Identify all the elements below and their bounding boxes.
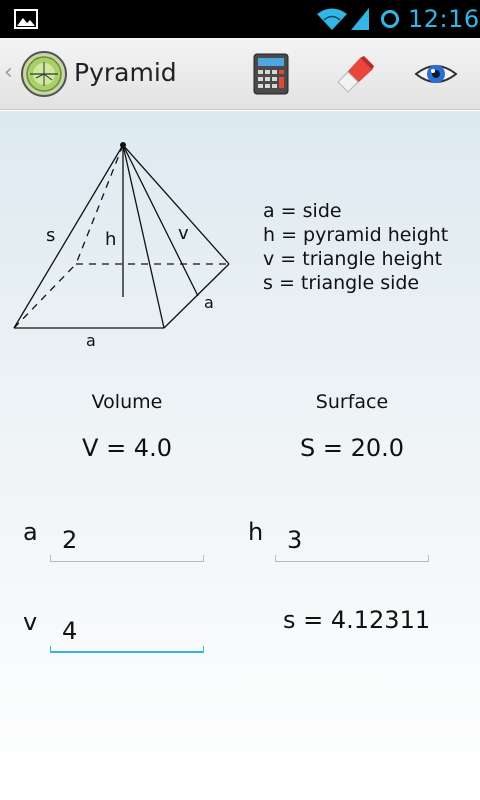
legend-item: v = triangle height (263, 248, 443, 270)
sync-ring-icon (381, 10, 399, 28)
input-h[interactable] (275, 522, 429, 558)
input-a-underline (50, 555, 204, 562)
surface-value: S = 20.0 (299, 434, 405, 462)
page-title: Pyramid (74, 58, 177, 87)
input-h-underline (275, 555, 429, 562)
signal-icon (351, 8, 369, 30)
pyramid-diagram (13, 142, 230, 329)
diagram-label-h: h (105, 229, 117, 250)
action-bar: ‹ Pyramid (0, 38, 480, 110)
triangle-side-result: s = 4.12311 (283, 606, 431, 634)
input-h-label: h (248, 518, 264, 546)
volume-label: Volume (91, 391, 163, 413)
clock: 12:16 (408, 5, 480, 33)
main-content: s h v a a a = side h = pyramid height v … (0, 111, 480, 800)
app-level-icon[interactable] (20, 50, 68, 98)
wifi-icon (317, 8, 347, 30)
diagram-label-a-base: a (86, 331, 96, 350)
input-v-underline (50, 646, 204, 653)
legend-item: a = side (263, 200, 342, 222)
eraser-icon[interactable] (334, 52, 378, 96)
input-v-label: v (23, 608, 38, 636)
diagram-label-v: v (178, 223, 189, 244)
legend-item: h = pyramid height (263, 224, 449, 246)
input-a-field[interactable] (50, 522, 204, 562)
legend: a = side h = pyramid height v = triangle… (263, 199, 448, 295)
volume-value: V = 4.0 (82, 434, 172, 462)
diagram-label-a-side: a (204, 293, 214, 312)
up-caret-icon[interactable]: ‹ (4, 60, 13, 85)
calculator-icon[interactable] (249, 52, 293, 96)
input-a[interactable] (50, 522, 204, 558)
gallery-icon (14, 9, 38, 29)
status-bar: 12:16 (0, 0, 480, 38)
input-v-field[interactable] (50, 613, 204, 653)
input-v[interactable] (50, 613, 204, 649)
eye-icon[interactable] (414, 52, 458, 96)
surface-label: Surface (315, 391, 389, 413)
legend-item: s = triangle side (263, 272, 420, 294)
input-a-label: a (23, 518, 38, 546)
diagram-label-s: s (46, 225, 56, 246)
input-h-field[interactable] (275, 522, 429, 562)
